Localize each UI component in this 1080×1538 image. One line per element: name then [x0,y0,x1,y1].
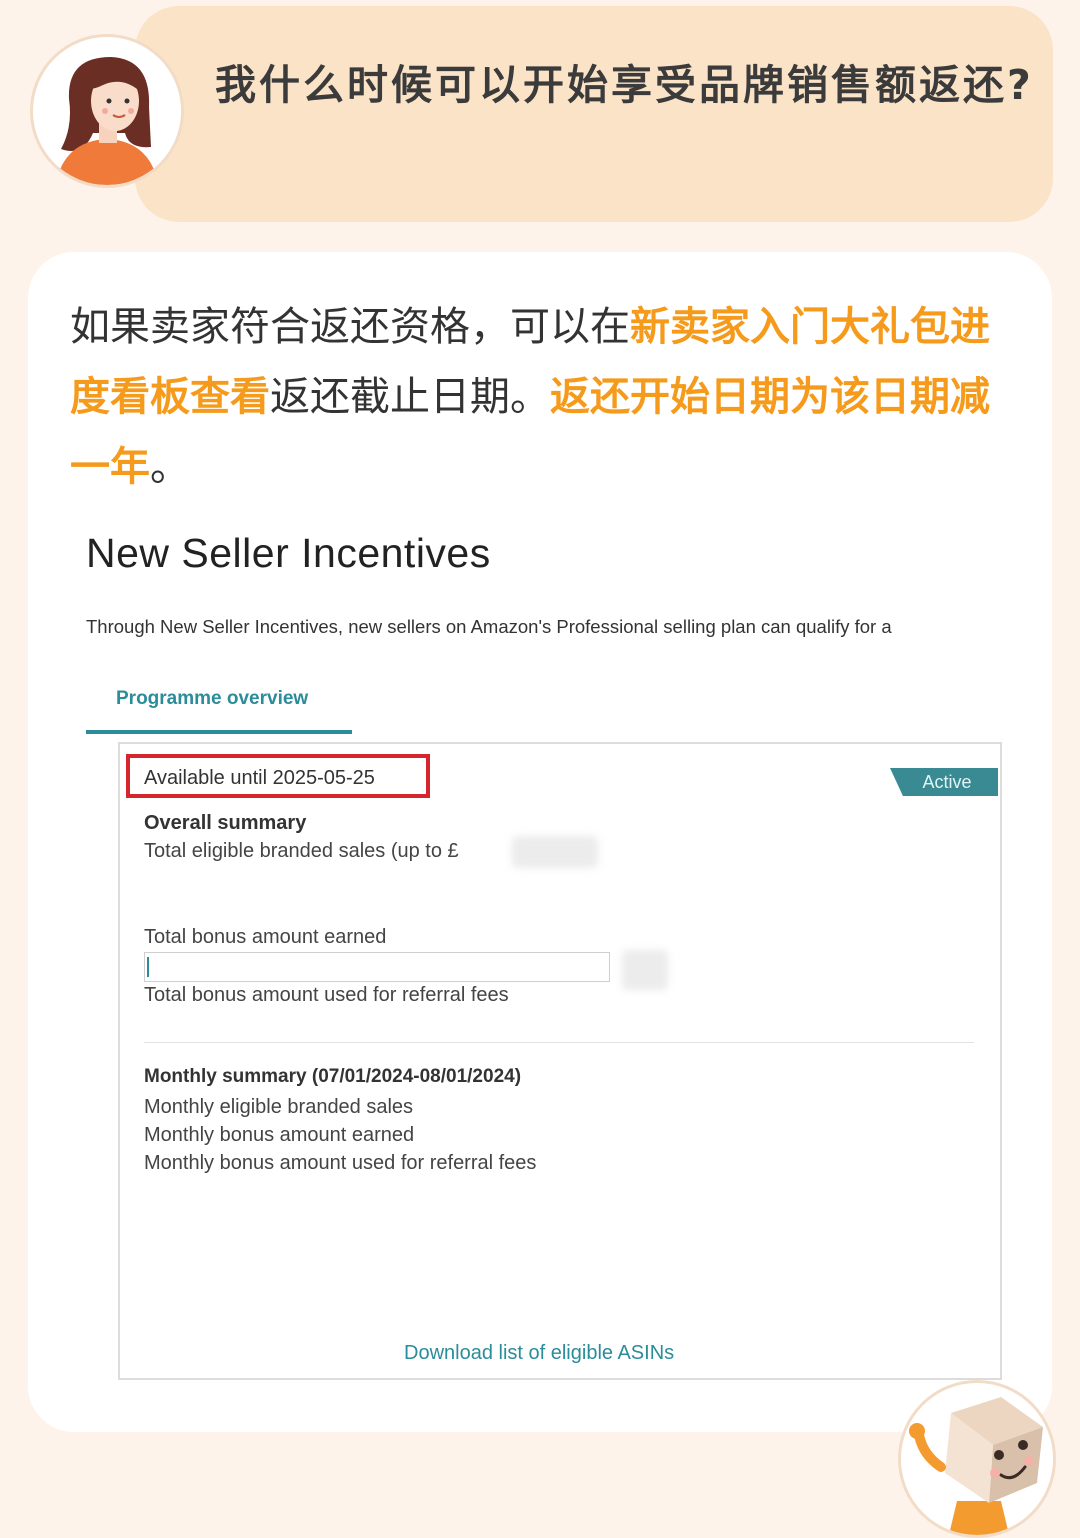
section-divider [144,1042,974,1043]
total-bonus-earned-label: Total bonus amount earned [144,926,387,948]
available-until-highlight: Available until 2025-05-25 [126,754,430,798]
blurred-value [512,836,598,868]
page-description: Through New Seller Incentives, new selle… [86,616,892,637]
download-asins-link[interactable]: Download list of eligible ASINs [404,1342,674,1365]
tab-label: Programme overview [116,688,309,709]
monthly-bonus-used-label: Monthly bonus amount used for referral f… [144,1152,537,1174]
answer-card: 如果卖家符合返还资格，可以在新卖家入门大礼包进度看板查看返还截止日期。返还开始日… [28,252,1052,1432]
question-bubble: 我什么时候可以开始享受品牌销售额返还? [135,6,1053,222]
woman-avatar-icon [30,34,184,188]
text-caret [147,957,149,977]
monthly-eligible-sales-label: Monthly eligible branded sales [144,1096,414,1118]
overview-panel: Available until 2025-05-25 Active Overal… [118,742,1002,1380]
answer-text: 如果卖家符合返还资格，可以在新卖家入门大礼包进度看板查看返还截止日期。返还开始日… [70,292,1020,502]
embedded-screenshot: New Seller Incentives Through New Seller… [86,520,1026,1400]
total-bonus-used-label: Total bonus amount used for referral fee… [144,984,509,1006]
bonus-earned-field[interactable] [144,952,610,982]
page-title: New Seller Incentives [86,530,491,576]
blurred-value [622,950,668,990]
answer-part5: 。 [150,444,190,490]
monthly-summary-heading: Monthly summary (07/01/2024-08/01/2024) [144,1066,522,1087]
monthly-bonus-earned-label: Monthly bonus amount earned [144,1124,415,1146]
status-badge: Active [890,768,998,796]
total-eligible-sales-label: Total eligible branded sales (up to £ [144,840,459,862]
question-text: 我什么时候可以开始享受品牌销售额返还? [215,61,1034,109]
overall-summary-heading: Overall summary [144,812,307,834]
answer-part3: 返还截止日期。 [270,374,550,420]
available-until-label: Available until 2025-05-25 [144,767,375,789]
tab-programme-overview[interactable]: Programme overview [86,680,352,734]
answer-part1: 如果卖家符合返还资格，可以在 [70,304,630,350]
box-mascot-icon [898,1380,1056,1538]
